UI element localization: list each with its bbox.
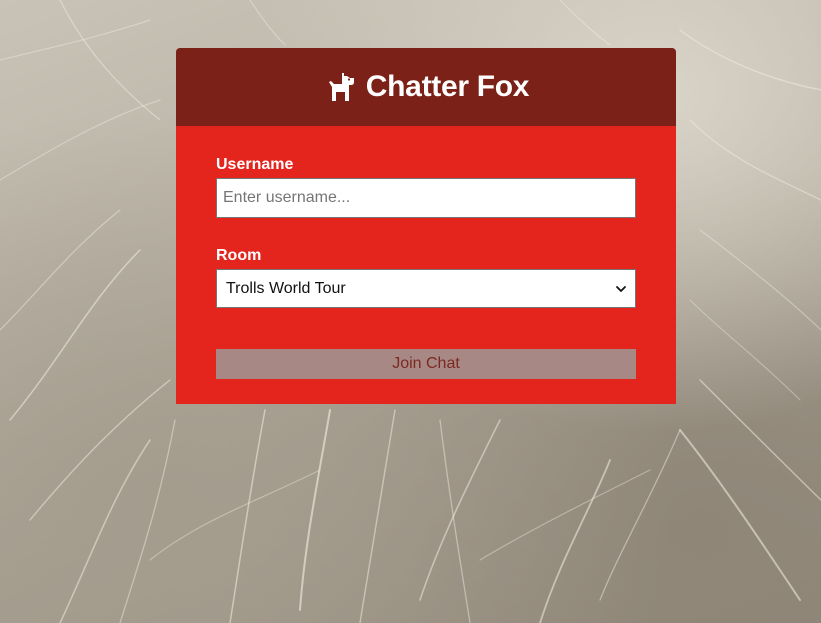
card-header: Chatter Fox [176,48,676,126]
dog-icon [323,71,357,103]
chevron-down-icon [615,283,627,295]
app-title: Chatter Fox [365,70,530,103]
username-input[interactable] [216,178,636,218]
username-label: Username [216,156,294,173]
room-select[interactable]: Trolls World Tour [216,269,636,308]
room-label: Room [216,247,262,264]
join-chat-card: Chatter Fox Username Room Trolls World T… [176,48,676,404]
join-chat-button[interactable]: Join Chat [216,349,636,379]
room-selected-value: Trolls World Tour [226,279,346,297]
room-group: Room Trolls World Tour [216,247,636,308]
username-group: Username [216,156,636,218]
join-form: Username Room Trolls World Tour Join Cha… [176,126,676,404]
